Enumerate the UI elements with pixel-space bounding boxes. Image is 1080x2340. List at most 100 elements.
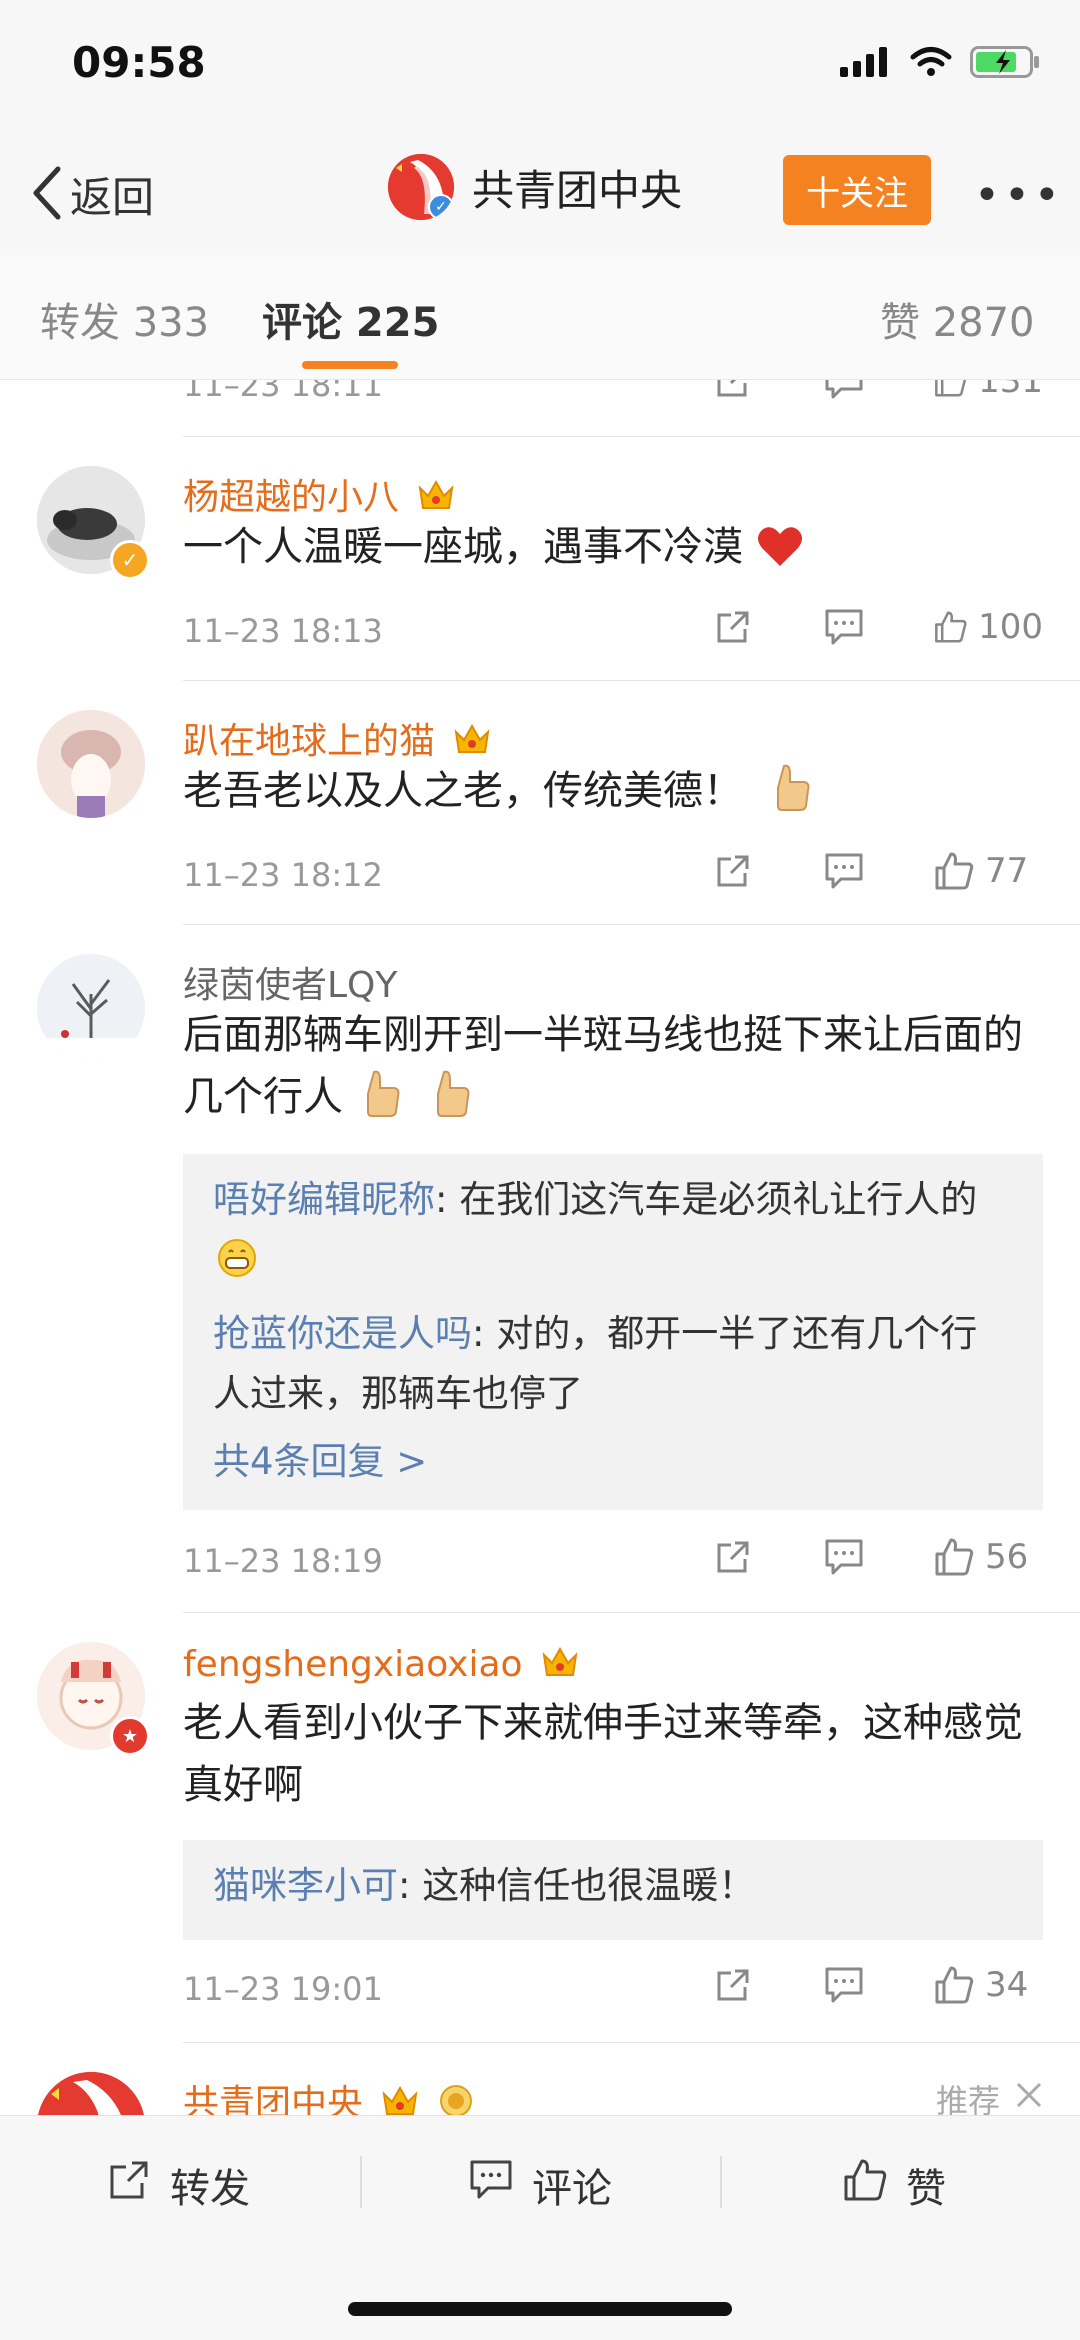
comment-username[interactable]: 共青团中央 (183, 2074, 474, 2115)
comment-text-content: 老吾老以及人之老，传统美德！ (183, 768, 743, 814)
divider (183, 924, 1080, 925)
comment-username[interactable]: 绿茵使者LQY (183, 956, 397, 1008)
tab-comment[interactable]: 评论 225 (262, 290, 439, 348)
comment-username[interactable]: fengshengxiaoxiao (183, 1644, 580, 1688)
divider (720, 2156, 722, 2208)
back-label: 返回 (70, 173, 155, 222)
comment-meta: 11–23 18:12 77 (183, 850, 1043, 900)
avatar[interactable] (37, 954, 145, 1062)
avatar[interactable] (37, 710, 145, 818)
divider (183, 2042, 1080, 2043)
signal-icon (840, 47, 892, 81)
more-replies-link[interactable]: 共4条回复 > (213, 1432, 1013, 1492)
reply-item: 唔好编辑昵称: 在我们这汽车是必须礼让行人的 (213, 1170, 1013, 1296)
page-title: 共青团中央 (472, 165, 683, 215)
like-button[interactable]: 77 (933, 850, 1043, 892)
member-badge: ★ (110, 1716, 150, 1756)
like-button[interactable]: 131 (933, 380, 1043, 402)
username-text: fengshengxiaoxiao (183, 1644, 523, 1685)
medal-icon (438, 2083, 474, 2115)
share-icon[interactable] (713, 607, 823, 647)
reply-icon[interactable] (823, 1965, 933, 2005)
comment-text: 一个人温暖一座城，遇事不冷漠 (183, 516, 1028, 586)
repost-label: 转发 (170, 2166, 250, 2212)
nav-bar: 返回 ✓ 共青团中央 十关注 ••• (0, 140, 1080, 255)
like-button[interactable]: 100 (933, 606, 1043, 648)
account-avatar: ✓ (388, 154, 454, 220)
like-button[interactable]: 34 (933, 1964, 1043, 2006)
share-icon[interactable] (713, 1537, 823, 1577)
like-label: 赞 (906, 2166, 946, 2212)
divider (360, 2156, 362, 2208)
comment-actions: 34 (713, 1964, 1043, 2006)
share-icon[interactable] (713, 1965, 823, 2005)
reply-box[interactable]: 唔好编辑昵称: 在我们这汽车是必须礼让行人的 抢蓝你还是人吗: 对的，都开一半了… (183, 1154, 1043, 1510)
like-button[interactable]: 赞 (842, 2156, 946, 2214)
tab-repost[interactable]: 转发 333 (40, 290, 209, 348)
comment-actions: 100 (713, 606, 1043, 648)
follow-button[interactable]: 十关注 (783, 155, 931, 225)
reply-icon (468, 2158, 514, 2212)
comment-feed[interactable]: 11–23 18:11 131 ✓ 杨超越的小八 一个人温暖一座城，遇事不冷漠 … (0, 380, 1080, 2115)
reply-username[interactable]: 唔好编辑昵称 (213, 1178, 435, 1221)
comment-actions: 77 (713, 850, 1043, 892)
thumbs-up-icon (842, 2157, 888, 2213)
share-icon (106, 2157, 152, 2213)
repost-button[interactable]: 转发 (106, 2156, 250, 2214)
comment-username[interactable]: 趴在地球上的猫 (183, 712, 492, 765)
chevron-left-icon (30, 165, 64, 225)
comment-meta: 11–23 18:13 100 (183, 606, 1043, 656)
crown-icon (452, 722, 492, 765)
like-count: 100 (978, 607, 1043, 647)
status-bar: 09:58 (0, 0, 1080, 140)
comment-text: 老人看到小伙子下来就伸手过来等牵，这种感觉真好啊 (183, 1700, 1023, 1808)
status-icons (840, 46, 1040, 82)
bottom-action-bar: 转发 评论 赞 (0, 2115, 1080, 2340)
reply-username[interactable]: 猫咪李小可 (213, 1864, 398, 1907)
heart-emoji-icon (756, 524, 804, 586)
reply-item: 猫咪李小可: 这种信任也很温暖！ (213, 1856, 1013, 1916)
crown-icon (416, 478, 456, 521)
comment-username[interactable]: 杨超越的小八 (183, 468, 456, 521)
home-indicator (348, 2302, 732, 2316)
reply-icon[interactable] (823, 380, 933, 401)
crown-icon (380, 2084, 420, 2116)
username-text: 绿茵使者LQY (183, 965, 398, 1006)
wifi-icon (910, 46, 952, 82)
grin-emoji-icon (217, 1236, 257, 1296)
comment-time: 11–23 18:13 (183, 612, 383, 650)
reply-icon[interactable] (823, 607, 933, 647)
divider (183, 1612, 1080, 1613)
back-button[interactable]: 返回 (30, 164, 154, 225)
more-options-icon[interactable]: ••• (974, 170, 1064, 221)
like-count: 77 (985, 851, 1029, 891)
reply-username[interactable]: 抢蓝你还是人吗 (213, 1312, 472, 1355)
reply-box[interactable]: 猫咪李小可: 这种信任也很温暖！ (183, 1840, 1043, 1940)
comment-actions: 56 (713, 1536, 1043, 1578)
comment-text: 老吾老以及人之老，传统美德！ (183, 760, 1028, 832)
recommend-tag: 推荐 (936, 2076, 1044, 2115)
share-icon[interactable] (713, 851, 823, 891)
reply-icon[interactable] (823, 851, 933, 891)
reply-icon[interactable] (823, 1537, 933, 1577)
like-button[interactable]: 56 (933, 1536, 1043, 1578)
comment-time: 11–23 19:01 (183, 1970, 383, 2008)
like-count: 34 (985, 1965, 1029, 2005)
status-time: 09:58 (72, 38, 206, 87)
like-count: 56 (985, 1537, 1029, 1577)
like-count: 131 (978, 380, 1043, 401)
thumbs-up-emoji-icon (430, 1068, 474, 1138)
comment-button[interactable]: 评论 (468, 2156, 612, 2214)
avatar[interactable] (37, 2072, 145, 2115)
comment-meta: 11–23 19:01 34 (183, 1964, 1043, 2014)
verified-badge: ✓ (110, 540, 150, 580)
share-icon[interactable] (713, 380, 823, 401)
battery-icon (970, 46, 1040, 82)
reply-text: : 在我们这汽车是必须礼让行人的 (435, 1178, 978, 1221)
tab-like[interactable]: 赞 2870 (880, 290, 1035, 348)
comment-label: 评论 (532, 2166, 612, 2212)
recommend-label: 推荐 (935, 2082, 1000, 2115)
account-header[interactable]: ✓ 共青团中央 (388, 154, 682, 220)
close-icon[interactable] (1014, 2080, 1044, 2115)
comment-actions: 131 (713, 380, 1043, 402)
